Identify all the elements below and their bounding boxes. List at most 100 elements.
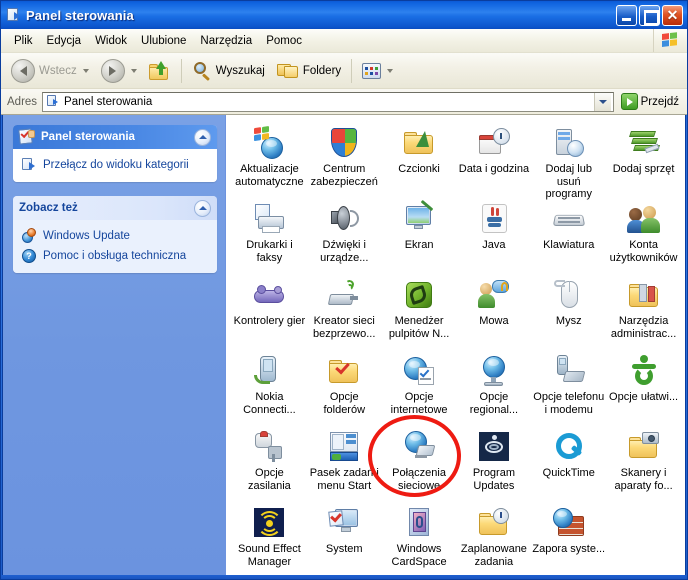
control-panel-item[interactable]: Narzędzia administrac... xyxy=(606,275,681,351)
search-icon xyxy=(192,61,212,81)
switch-view-icon xyxy=(21,157,37,173)
sound-effect-manager-icon xyxy=(252,506,286,540)
control-panel-item[interactable]: Kontrolery gier xyxy=(232,275,307,351)
folders-button[interactable]: Foldery xyxy=(271,57,347,84)
go-label: Przejdź xyxy=(640,95,679,108)
folders-icon xyxy=(276,61,299,80)
control-panel-item[interactable]: Zaplanowane zadania xyxy=(457,503,532,575)
up-folder-icon xyxy=(148,60,171,81)
control-panel-item[interactable]: Dodaj sprzęt xyxy=(606,123,681,199)
control-panel-item-label: Drukarki i faksy xyxy=(246,239,293,264)
control-panel-item[interactable]: Konta użytkowników xyxy=(606,199,681,275)
control-panel-item[interactable]: Połączenia sieciowe xyxy=(382,427,457,503)
regional-options-icon xyxy=(477,354,511,388)
switch-to-category-view-link[interactable]: Przełącz do widoku kategorii xyxy=(21,155,211,175)
control-panel-item[interactable]: Dźwięki i urządze... xyxy=(307,199,382,275)
control-panel-item[interactable]: Opcje regional... xyxy=(457,351,532,427)
control-panel-item-label: Mysz xyxy=(555,315,582,327)
forward-arrow-icon xyxy=(100,58,125,83)
mouse-icon xyxy=(552,278,586,312)
control-panel-item-label: Skanery i aparaty fo... xyxy=(614,467,673,492)
back-button[interactable]: Wstecz xyxy=(5,55,95,87)
control-panel-item[interactable]: Centrum zabezpieczeń xyxy=(307,123,382,199)
control-panel-item[interactable]: Java xyxy=(457,199,532,275)
menu-pomoc[interactable]: Pomoc xyxy=(259,32,309,50)
up-one-level-button[interactable] xyxy=(143,57,177,85)
back-dropdown-icon[interactable] xyxy=(82,68,89,73)
windows-update-link[interactable]: Windows Update xyxy=(21,226,211,246)
control-panel-item[interactable]: Nokia Connecti... xyxy=(232,351,307,427)
administrative-tools-icon xyxy=(627,278,661,312)
control-panel-item[interactable]: Opcje telefonu i modemu xyxy=(531,351,606,427)
control-panel-item-label: Zapora syste... xyxy=(532,543,606,555)
control-panel-item-label: QuickTime xyxy=(542,467,595,479)
menu-edycja[interactable]: Edycja xyxy=(40,32,89,50)
control-panel-item[interactable]: Zapora syste... xyxy=(531,503,606,575)
add-remove-programs-icon xyxy=(552,126,586,160)
menu-plik[interactable]: Plik xyxy=(7,32,40,50)
menu-bar: Plik Edycja Widok Ulubione Narzędzia Pom… xyxy=(1,29,687,53)
control-panel-item[interactable]: Opcje internetowe xyxy=(382,351,457,427)
control-panel-task-body: Przełącz do widoku kategorii xyxy=(13,149,217,182)
see-also-body: Windows Update ? Pomoc i obsługa technic… xyxy=(13,220,217,273)
collapse-chevron-icon-2[interactable] xyxy=(194,199,211,217)
control-panel-item[interactable]: Klawiatura xyxy=(531,199,606,275)
control-panel-item[interactable]: Menedżer pulpitów N... xyxy=(382,275,457,351)
control-panel-item[interactable]: Kreator sieci bezprzewo... xyxy=(307,275,382,351)
control-panel-item-label: Aktualizacje automatyczne xyxy=(235,163,304,188)
control-panel-item[interactable]: Drukarki i faksy xyxy=(232,199,307,275)
accessibility-options-icon xyxy=(627,354,661,388)
control-panel-item[interactable]: Opcje zasilania xyxy=(232,427,307,503)
close-button[interactable]: ✕ xyxy=(662,4,683,26)
help-support-link[interactable]: ? Pomoc i obsługa techniczna xyxy=(21,246,211,266)
control-panel-item[interactable]: QuickTime xyxy=(531,427,606,503)
menu-narzedzia[interactable]: Narzędzia xyxy=(193,32,259,50)
address-value: Panel sterowania xyxy=(64,95,153,108)
views-button[interactable] xyxy=(356,59,399,83)
control-panel-item[interactable]: Mowa xyxy=(457,275,532,351)
forward-button[interactable] xyxy=(95,55,143,87)
menu-ulubione[interactable]: Ulubione xyxy=(134,32,193,50)
control-panel-item[interactable]: System xyxy=(307,503,382,575)
game-controllers-icon xyxy=(252,278,286,312)
control-panel-item-label: Sound Effect Manager xyxy=(238,543,301,568)
control-panel-item-label: Centrum zabezpieczeń xyxy=(310,163,378,188)
menu-widok[interactable]: Widok xyxy=(88,32,134,50)
address-dropdown-button[interactable] xyxy=(593,92,611,111)
windows-update-label: Windows Update xyxy=(43,230,130,242)
address-input[interactable]: Panel sterowania xyxy=(42,91,614,112)
control-panel-item[interactable]: Opcje folderów xyxy=(307,351,382,427)
control-panel-item-label: Nokia Connecti... xyxy=(243,391,296,416)
control-panel-item-label: Java xyxy=(482,239,506,251)
control-panel-item[interactable]: Windows CardSpace xyxy=(382,503,457,575)
control-panel-item[interactable]: Dodaj lub usuń programy xyxy=(531,123,606,200)
minimize-button[interactable] xyxy=(616,4,637,26)
maximize-button[interactable] xyxy=(639,4,660,26)
control-panel-item[interactable]: Czcionki xyxy=(382,123,457,199)
control-panel-item-label: Kreator sieci bezprzewo... xyxy=(313,315,376,340)
nokia-connectivity-icon xyxy=(252,354,286,388)
printers-faxes-icon xyxy=(252,202,286,236)
speech-icon xyxy=(477,278,511,312)
control-panel-item-label: Opcje regional... xyxy=(469,391,519,416)
control-panel-item[interactable]: Sound Effect Manager xyxy=(232,503,307,575)
control-panel-item[interactable]: Ekran xyxy=(382,199,457,275)
see-also-header: Zobacz też xyxy=(13,196,217,220)
control-panel-item-label: System xyxy=(325,543,363,555)
control-panel-icon xyxy=(5,7,22,24)
control-panel-item[interactable]: Program Updates xyxy=(457,427,532,503)
control-panel-item[interactable]: Aktualizacje automatyczne xyxy=(232,123,307,199)
control-panel-item[interactable]: Mysz xyxy=(531,275,606,351)
switch-to-category-view-label: Przełącz do widoku kategorii xyxy=(43,159,189,171)
forward-dropdown-icon[interactable] xyxy=(130,68,137,73)
control-panel-item[interactable]: Skanery i aparaty fo... xyxy=(606,427,681,503)
control-panel-item[interactable]: Opcje ułatwi... xyxy=(606,351,681,427)
views-dropdown-icon[interactable] xyxy=(387,68,394,73)
control-panel-item-label: Windows CardSpace xyxy=(391,543,447,568)
control-panel-item[interactable]: Data i godzina xyxy=(457,123,532,199)
collapse-chevron-icon[interactable] xyxy=(194,128,211,146)
chevron-down-icon xyxy=(598,99,607,104)
search-button[interactable]: Wyszukaj xyxy=(186,57,271,85)
control-panel-item[interactable]: Pasek zadań i menu Start xyxy=(307,427,382,503)
go-button[interactable]: Przejdź xyxy=(618,91,684,112)
